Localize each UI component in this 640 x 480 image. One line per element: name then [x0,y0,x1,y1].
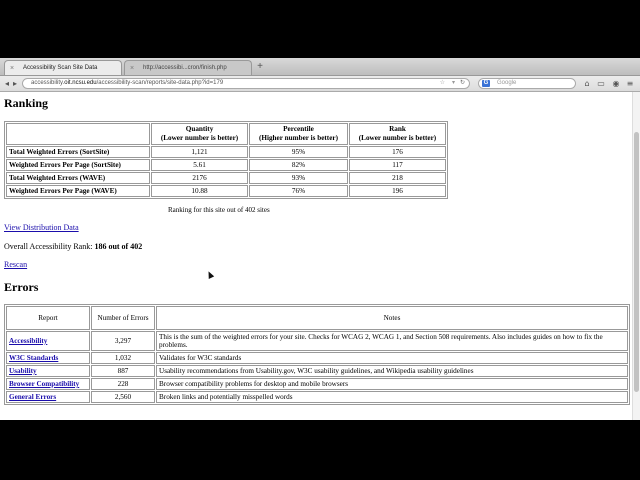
scroll-thumb[interactable] [634,132,639,392]
new-tab-button[interactable]: + [254,61,266,73]
notes-cell: Broken links and potentially misspelled … [156,391,628,403]
table-row: Total Weighted Errors (SortSite) 1,121 9… [6,146,446,158]
report-link[interactable]: General Errors [9,393,56,401]
report-link[interactable]: Accessibility [9,337,47,345]
forward-arrow-icon[interactable]: ▸ [11,78,19,89]
report-link[interactable]: W3C Standards [9,354,58,362]
row-label: Total Weighted Errors (SortSite) [6,146,150,158]
report-cell: W3C Standards [6,352,90,364]
report-cell: General Errors [6,391,90,403]
count-cell: 228 [91,378,155,390]
percentile-cell: 82% [249,159,348,171]
number-header: Number of Errors [91,306,155,330]
notes-header: Notes [156,306,628,330]
percentile-cell: 93% [249,172,348,184]
notes-cell: Browser compatibility problems for deskt… [156,378,628,390]
percentile-cell: 76% [249,185,348,197]
tab-title: Accessibility Scan Site Data [23,65,98,71]
url-path: /accessibility-scan/reports/site-data.ph… [96,80,224,86]
quantity-cell: 5.61 [151,159,249,171]
rank-header: Rank (Lower number is better) [348,123,446,145]
report-cell: Accessibility [6,331,90,351]
row-label: Weighted Errors Per Page (SortSite) [6,159,150,171]
back-arrow-icon[interactable]: ◂ [3,78,11,89]
tab-bar: × Accessibility Scan Site Data × http://… [0,58,640,76]
navigation-bar: ◂ ▸ accessibility.oit.ncsu.edu/accessibi… [0,76,640,92]
table-header-row: Report Number of Errors Notes [6,306,628,330]
reload-icon[interactable]: ↻ [460,79,465,88]
row-label: Weighted Errors Per Page (WAVE) [6,185,150,197]
quantity-cell: 2176 [151,172,249,184]
count-cell: 3,297 [91,331,155,351]
errors-table: Report Number of Errors Notes Accessibil… [4,304,630,405]
notes-cell: Validates for W3C standards [156,352,628,364]
empty-header [6,123,150,145]
percentile-header: Percentile (Higher number is better) [249,123,348,145]
table-row: Weighted Errors Per Page (SortSite) 5.61… [6,159,446,171]
quantity-cell: 10.88 [151,185,249,197]
tab-site-data[interactable]: × Accessibility Scan Site Data [4,60,122,75]
table-row: Browser Compatibility 228 Browser compat… [6,378,628,390]
bookmarks-icon[interactable]: ▭ [594,78,608,89]
rank-cell: 176 [348,146,446,158]
menu-icon[interactable]: ≡ [624,78,636,89]
report-link[interactable]: Browser Compatibility [9,380,79,388]
dropdown-icon[interactable]: ▾ [452,79,455,88]
search-input[interactable]: G Google [478,78,576,89]
table-row: General Errors 2,560 Broken links and po… [6,391,628,403]
table-row: Total Weighted Errors (WAVE) 2176 93% 21… [6,172,446,184]
errors-heading: Errors [4,280,39,294]
url-bar[interactable]: accessibility.oit.ncsu.edu/accessibility… [22,78,470,89]
google-icon[interactable]: G [482,80,490,87]
percentile-cell: 95% [249,146,348,158]
table-header-row: Quantity (Lower number is better) Percent… [6,123,446,145]
count-cell: 2,560 [91,391,155,403]
report-cell: Usability [6,365,90,377]
ranking-heading: Ranking [4,96,49,110]
url-host: oit.ncsu.edu [64,80,97,86]
view-distribution-link[interactable]: View Distribution Data [4,223,79,232]
ranking-caption: Ranking for this site out of 402 sites [168,206,270,214]
overall-rank: Overall Accessibility Rank: 186 out of 4… [4,242,142,251]
notes-cell: Usability recommendations from Usability… [156,365,628,377]
quantity-cell: 1,121 [151,146,249,158]
quantity-header: Quantity (Lower number is better) [151,123,249,145]
close-tab-icon[interactable]: × [10,61,14,75]
url-prefix: accessibility. [31,80,65,86]
page-content: Ranking Quantity (Lower number is better)… [0,92,632,420]
report-header: Report [6,306,90,330]
browser-window: × Accessibility Scan Site Data × http://… [0,58,640,420]
mouse-cursor-icon [205,270,215,279]
count-cell: 1,032 [91,352,155,364]
addon-icon[interactable]: ◉ [610,78,622,89]
star-icon[interactable]: ☆ [440,79,445,88]
vertical-scrollbar[interactable] [632,92,640,420]
rescan-link[interactable]: Rescan [4,260,27,269]
report-link[interactable]: Usability [9,367,37,375]
tab-title: http://accessibi...cron/finish.php [143,65,227,71]
ranking-table: Quantity (Lower number is better) Percent… [4,121,448,199]
notes-cell: This is the sum of the weighted errors f… [156,331,628,351]
count-cell: 887 [91,365,155,377]
home-icon[interactable]: ⌂ [582,78,592,89]
table-row: Accessibility 3,297 This is the sum of t… [6,331,628,351]
row-label: Total Weighted Errors (WAVE) [6,172,150,184]
rank-cell: 196 [348,185,446,197]
overall-rank-label: Overall Accessibility Rank: [4,242,95,251]
rank-cell: 117 [348,159,446,171]
rank-cell: 218 [348,172,446,184]
search-placeholder: Google [497,80,517,86]
report-cell: Browser Compatibility [6,378,90,390]
tab-finish[interactable]: × http://accessibi...cron/finish.php [124,60,252,75]
table-row: W3C Standards 1,032 Validates for W3C st… [6,352,628,364]
overall-rank-value: 186 out of 402 [94,242,143,251]
table-row: Usability 887 Usability recommendations … [6,365,628,377]
close-tab-icon[interactable]: × [130,61,134,75]
table-row: Weighted Errors Per Page (WAVE) 10.88 76… [6,185,446,197]
